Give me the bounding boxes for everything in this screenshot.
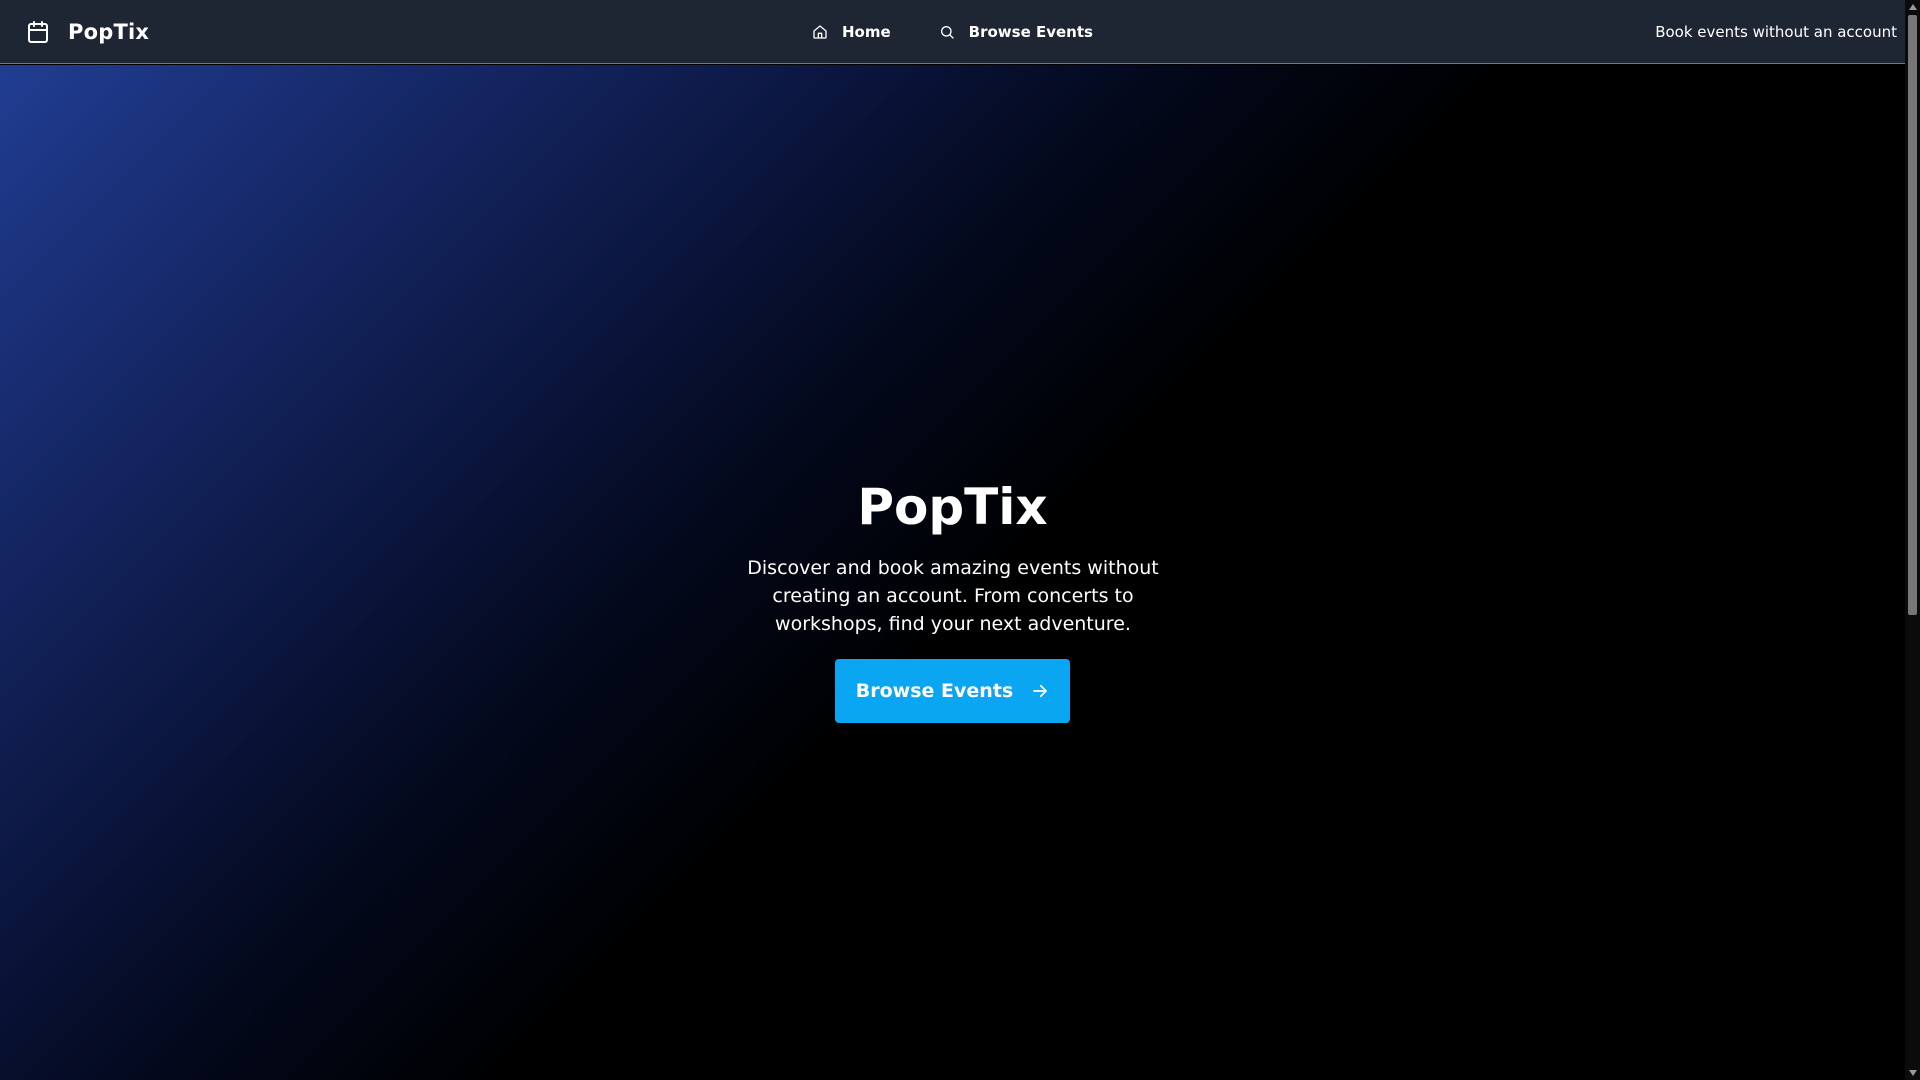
scroll-up-arrow-icon[interactable]: [1905, 0, 1920, 14]
hero-section: PopTix Discover and book amazing events …: [0, 65, 1905, 1080]
nav-link-home[interactable]: Home: [812, 12, 891, 52]
browse-events-button-label: Browse Events: [855, 680, 1014, 702]
nav-link-browse-events-label: Browse Events: [968, 23, 1093, 41]
vertical-scrollbar[interactable]: [1905, 0, 1920, 1080]
search-icon: [940, 26, 954, 39]
brand-name: PopTix: [68, 20, 150, 44]
page: PopTix Home Browse Events Book events wi…: [0, 0, 1920, 1080]
nav-link-browse-events[interactable]: Browse Events: [939, 12, 1093, 52]
top-navbar: PopTix Home Browse Events Book events wi…: [0, 0, 1905, 64]
home-icon: [813, 25, 827, 39]
brand-link[interactable]: PopTix: [26, 0, 149, 64]
hero-description: Discover and book amazing events without…: [747, 557, 1159, 635]
scroll-down-arrow-icon[interactable]: [1905, 1066, 1920, 1080]
hero-title: PopTix: [857, 478, 1048, 536]
scrollbar-thumb[interactable]: [1908, 15, 1917, 615]
calendar-icon: [28, 21, 48, 43]
browse-events-button[interactable]: Browse Events: [835, 659, 1070, 723]
arrow-right-icon: [1033, 684, 1048, 698]
main-nav: Home Browse Events: [812, 0, 1093, 64]
nav-tagline: Book events without an account: [1655, 23, 1897, 41]
nav-link-home-label: Home: [842, 23, 891, 41]
